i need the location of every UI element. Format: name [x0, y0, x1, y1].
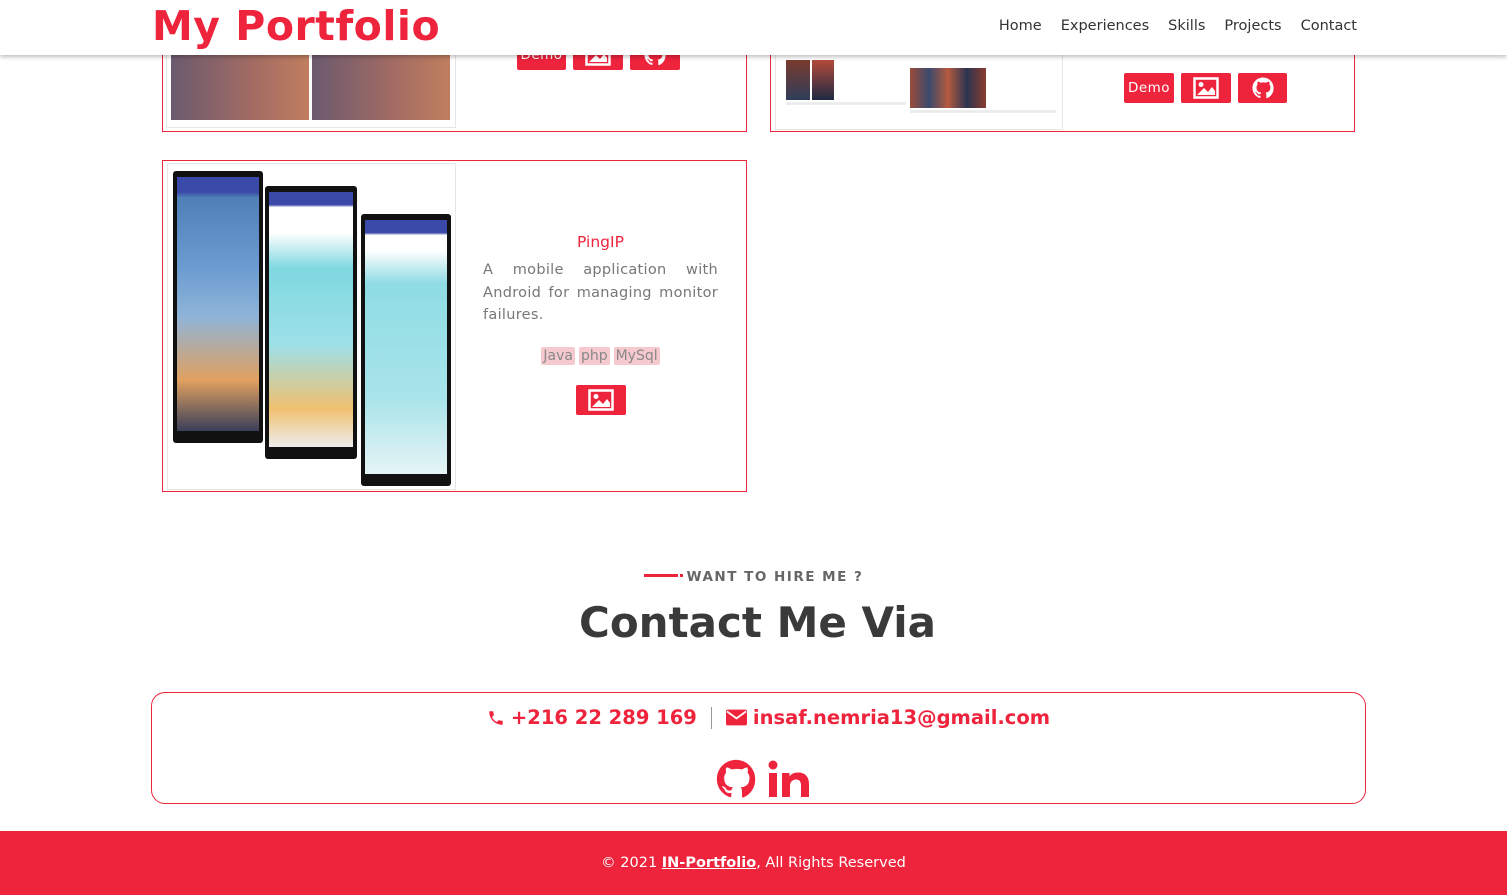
github-icon [716, 759, 755, 798]
section-title: Contact Me Via [579, 598, 936, 647]
phone-screenshot [173, 171, 263, 443]
nav-home[interactable]: Home [999, 18, 1042, 34]
tag-mysql: MySql [613, 346, 660, 365]
social-links [152, 759, 1365, 799]
phone-screen [269, 192, 353, 447]
eyebrow-text: WANT TO HIRE ME ? [686, 569, 864, 585]
nav-experiences[interactable]: Experiences [1061, 18, 1149, 34]
phone-icon [489, 710, 503, 725]
github-icon [1251, 77, 1274, 99]
section-eyebrow: WANT TO HIRE ME ? [0, 569, 1507, 585]
email-link[interactable]: insaf.nemria13@gmail.com [725, 706, 1051, 729]
navbar: My Portfolio Home Experiences Skills Pro… [0, 0, 1507, 55]
divider [910, 110, 1056, 113]
tag-php: php [578, 346, 610, 365]
github-link[interactable] [716, 759, 756, 799]
project-description: A mobile application with Android for ma… [483, 262, 718, 323]
contact-details: +216 22 289 169 insaf.nemria13@gmail.com [152, 706, 1365, 729]
contact-box: +216 22 289 169 insaf.nemria13@gmail.com [151, 692, 1366, 804]
envelope-icon [725, 709, 747, 726]
screenshot-image [812, 60, 834, 100]
copyright-prefix: © 2021 [601, 855, 662, 871]
footer: © 2021 IN-Portfolio, All Rights Reserved [0, 831, 1507, 895]
phone-screenshot [361, 214, 451, 486]
tech-tags: Java php MySql [483, 346, 718, 365]
divider [786, 102, 906, 105]
separator [710, 706, 712, 729]
project-details: PingIP A mobile application with Android… [483, 233, 718, 415]
linkedin-icon [768, 760, 809, 797]
tag-java: Java [541, 346, 575, 365]
gallery-button[interactable] [575, 384, 626, 415]
phone-screenshot [265, 186, 357, 459]
nav-contact[interactable]: Contact [1301, 18, 1357, 34]
screenshot-image [786, 60, 810, 100]
copyright-suffix: , All Rights Reserved [756, 855, 906, 871]
phone-screen [365, 220, 447, 474]
project-title: PingIP [577, 233, 624, 251]
nav-projects[interactable]: Projects [1224, 18, 1281, 34]
email-address: insaf.nemria13@gmail.com [752, 706, 1051, 729]
image-icon [1193, 77, 1219, 99]
linkedin-link[interactable] [768, 760, 810, 798]
project-buttons [483, 384, 718, 415]
github-button[interactable] [1238, 73, 1287, 103]
screenshot-image [910, 68, 986, 108]
project-thumbnail [167, 163, 456, 490]
phone-link[interactable]: +216 22 289 169 [487, 706, 697, 729]
main-nav: Home Experiences Skills Projects Contact [999, 18, 1357, 34]
image-icon [587, 388, 614, 411]
demo-button[interactable]: Demo [1124, 73, 1174, 103]
nav-skills[interactable]: Skills [1168, 18, 1205, 34]
accent-line [643, 573, 683, 577]
project-card-pingip: PingIP A mobile application with Android… [162, 160, 747, 492]
gallery-button[interactable] [1181, 73, 1231, 103]
phone-screen [177, 177, 259, 431]
project-buttons: Demo [1124, 73, 1287, 103]
footer-brand-link[interactable]: IN-Portfolio [662, 855, 756, 871]
phone-number: +216 22 289 169 [510, 706, 697, 729]
brand-logo[interactable]: My Portfolio [152, 2, 440, 50]
